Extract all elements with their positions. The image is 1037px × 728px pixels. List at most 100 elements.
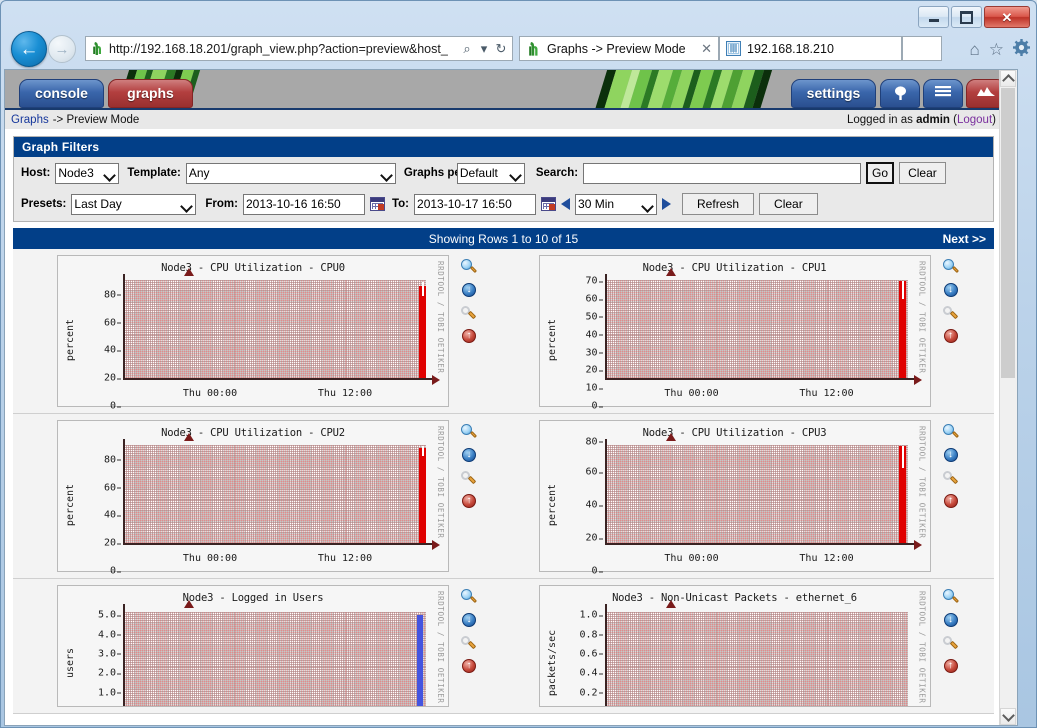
from-calendar-icon[interactable] [369,197,385,211]
page-top-icon[interactable]: ↑ [943,328,959,344]
from-date-input[interactable] [242,193,365,215]
graph-title: Node3 - Non-Unicast Packets - ethernet_6 [612,592,857,604]
presets-select[interactable]: Last Day [71,193,197,215]
graph-properties-wrench-icon[interactable] [461,635,477,651]
scroll-up-button[interactable] [1000,70,1016,87]
to-label: To: [391,198,410,210]
graph-plot-area: percent 0 20 40 60 80 Thu 00:00 Thu 12:0… [58,268,448,412]
page-top-icon[interactable]: ↑ [461,493,477,509]
nav-tab-label: graphs [127,85,174,101]
list-icon [935,86,951,97]
graph-plot-area: percent 0 20 40 60 80 Thu 00:00 Thu 12:0… [58,433,448,577]
graph-card-cpu2[interactable]: Node3 - CPU Utilization - CPU2 RRDTOOL /… [57,420,449,577]
graph-source-download-icon[interactable]: ↓ [461,612,477,628]
minimize-button[interactable] [918,6,949,28]
maximize-icon [960,10,973,24]
forward-button[interactable]: → [48,35,76,63]
graph-properties-wrench-icon[interactable] [461,470,477,486]
go-button[interactable]: Go [866,162,895,184]
graph-card-cpu1[interactable]: Node3 - CPU Utilization - CPU1 RRDTOOL /… [538,255,931,412]
refresh-button[interactable]: Refresh [682,193,755,215]
zoom-graph-icon[interactable] [461,259,478,275]
next-page-link[interactable]: Next >> [943,232,986,246]
scrollbar-thumb[interactable] [1001,88,1015,378]
y-tick: 0 [109,400,122,412]
new-tab-button[interactable] [902,36,942,61]
presets-label: Presets: [21,198,67,210]
page-top-icon[interactable]: ↑ [943,658,959,674]
page-scrollbar[interactable] [999,70,1017,725]
browser-tab-graphs-preview[interactable]: Graphs -> Preview Mode ✕ [519,36,719,61]
to-calendar-icon[interactable] [541,197,557,211]
home-icon[interactable]: ⌂ [969,41,979,58]
maximize-button[interactable] [951,6,982,28]
close-button[interactable]: ✕ [984,6,1030,28]
page-top-icon[interactable]: ↑ [461,328,477,344]
graph-filters-row-2: Presets: Last Day From: To: [14,189,993,221]
y-tick: 60 [585,466,603,478]
graph-properties-wrench-icon[interactable] [942,305,959,321]
nav-tab-console[interactable]: console [19,79,104,108]
graph-x-axis [123,378,432,380]
graph-card-logged-in-users[interactable]: Node3 - Logged in Users RRDTOOL / TOBI O… [57,585,449,707]
zoom-graph-icon[interactable] [461,589,478,605]
address-search-icon[interactable]: ⌕ [456,41,478,57]
clear-filters-button[interactable]: Clear [899,162,946,184]
shift-time-left-icon[interactable] [561,198,571,210]
graph-card-cpu3[interactable]: Node3 - CPU Utilization - CPU3 RRDTOOL /… [538,420,931,577]
graph-title: Node3 - CPU Utilization - CPU3 [642,427,827,439]
page-top-icon[interactable]: ↑ [461,658,477,674]
address-bar-text: http://192.168.18.201/graph_view.php?act… [109,41,448,56]
favorites-star-icon[interactable]: ☆ [989,41,1004,58]
graph-source-download-icon[interactable]: ↓ [461,282,477,298]
nav-tab-graphs[interactable]: graphs [108,79,193,108]
back-button[interactable]: ← [11,31,47,67]
graph-properties-wrench-icon[interactable] [461,305,477,321]
host-select[interactable]: Node3 [55,162,120,184]
settings-tab[interactable]: settings [791,79,876,108]
interval-select-wrap: 30 Min [575,193,658,215]
template-select[interactable]: Any [185,162,396,184]
breadcrumb-link-graphs[interactable]: Graphs [11,114,49,126]
refresh-interval-select[interactable]: 30 Min [575,193,658,215]
scroll-down-button[interactable] [1000,708,1016,725]
address-dropdown-icon[interactable]: ▾ [478,41,490,57]
to-date-input[interactable] [414,193,537,215]
page-top-icon[interactable]: ↑ [943,493,959,509]
graph-properties-wrench-icon[interactable] [942,470,959,486]
tools-gear-icon[interactable] [1013,39,1030,59]
preview-view-icon-button[interactable] [966,79,1002,108]
close-icon: ✕ [1001,9,1013,25]
graph-source-download-icon[interactable]: ↓ [943,447,959,463]
reload-icon[interactable]: ↻ [490,41,512,57]
graph-y-ticks: 0 20 40 60 80 [560,436,603,577]
graph-x-ticks: Thu 00:00 Thu 12:00 [540,553,930,567]
address-bar[interactable]: http://192.168.18.201/graph_view.php?act… [85,36,513,61]
clear-time-button[interactable]: Clear [759,193,818,215]
zoom-graph-icon[interactable] [942,259,959,275]
browser-tab-192-168-18-210[interactable]: 192.168.18.210 [719,36,902,61]
tab-close-icon[interactable]: ✕ [697,41,712,57]
graph-source-download-icon[interactable]: ↓ [943,612,959,628]
graph-source-download-icon[interactable]: ↓ [943,282,959,298]
login-status: Logged in as admin (Logout) [847,114,996,126]
graphs-per-page-select[interactable]: Default [456,162,525,184]
window-titlebar: ✕ [1,1,1036,28]
zoom-graph-icon[interactable] [942,424,959,440]
graph-series-peak-highlight [901,281,904,299]
graph-y-ticks: 0 20 40 60 80 [78,439,122,577]
graph-source-download-icon[interactable]: ↓ [461,447,477,463]
page-viewport: console graphs settings Graphs -> Previe… [4,69,1018,726]
search-input[interactable] [583,162,862,184]
zoom-graph-icon[interactable] [461,424,478,440]
y-axis-arrow-icon [665,268,676,276]
graph-card-cpu0[interactable]: Node3 - CPU Utilization - CPU0 RRDTOOL /… [57,255,449,412]
list-view-icon-button[interactable] [923,79,963,108]
graph-card-non-unicast-packets[interactable]: Node3 - Non-Unicast Packets - ethernet_6… [538,585,931,707]
graph-action-icons: ↓ ↑ [449,420,478,572]
tree-view-icon-button[interactable] [880,79,920,108]
graph-properties-wrench-icon[interactable] [942,635,959,651]
logout-link[interactable]: Logout [957,114,992,126]
shift-time-right-icon[interactable] [662,198,672,210]
zoom-graph-icon[interactable] [942,589,959,605]
